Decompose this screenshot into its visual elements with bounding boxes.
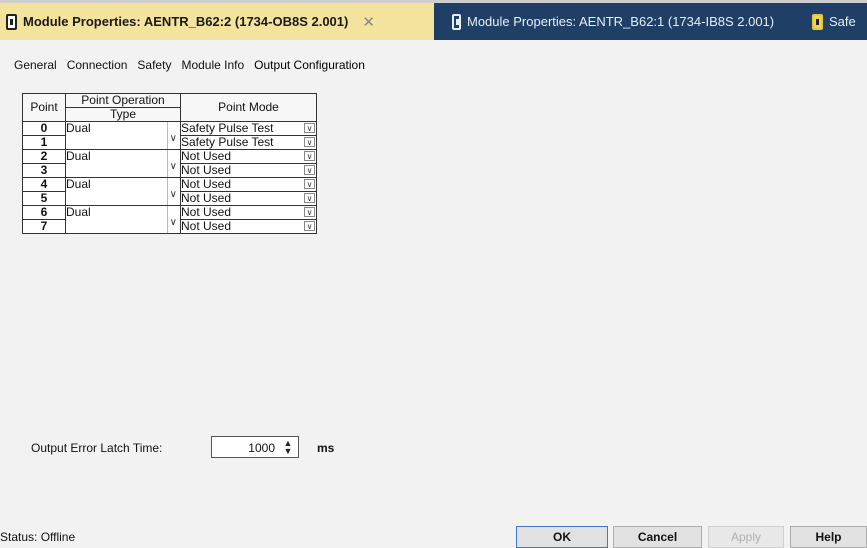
operation-value: Dual [66,149,91,163]
point-number: 2 [22,149,66,164]
chevron-down-icon[interactable]: ∨ [304,151,315,161]
chevron-down-icon[interactable]: ∨ [304,123,315,133]
point-number: 0 [22,121,66,136]
point-number: 1 [22,135,66,150]
point-number: 4 [22,177,66,192]
operation-value: Dual [66,121,91,135]
module-properties-dialog: General Connection Safety Module Info Ou… [0,40,867,548]
latch-time-spinner[interactable]: 1000 ▲ ▼ [211,436,299,458]
mode-dropdown[interactable]: Not Used ∨ [180,149,317,164]
chevron-down-icon[interactable]: ∨ [304,221,315,231]
mode-dropdown[interactable]: Safety Pulse Test ∨ [180,135,317,150]
mode-value: Safety Pulse Test [181,135,274,149]
chevron-down-icon[interactable]: ∨ [304,137,315,147]
safety-doc-icon [812,13,823,30]
doc-tab-label: Safe [829,14,856,29]
chevron-down-icon[interactable]: ∨ [170,188,177,201]
close-icon[interactable]: ✕ [362,13,375,31]
doc-tab-safety[interactable]: Safe [812,3,856,40]
mode-value: Not Used [181,191,232,205]
mode-value: Not Used [181,219,232,233]
mode-value: Not Used [181,205,232,219]
mode-value: Not Used [181,163,232,177]
operation-value: Dual [66,205,91,219]
point-number: 6 [22,205,66,220]
mode-dropdown[interactable]: Safety Pulse Test ∨ [180,121,317,136]
tab-connection[interactable]: Connection [62,57,133,73]
latch-time-unit: ms [317,441,335,455]
doc-tab-label: Module Properties: AENTR_B62:2 (1734-OB8… [23,14,349,29]
mode-dropdown[interactable]: Not Used ∨ [180,177,317,192]
status-text: Status: Offline [0,530,76,544]
chevron-down-icon[interactable]: ∨ [304,207,315,217]
mode-dropdown[interactable]: Not Used ∨ [180,219,317,234]
output-config-table: Point Point Operation Point Mode Type 0 … [22,93,317,234]
doc-tab-ob8s[interactable]: Module Properties: AENTR_B62:2 (1734-OB8… [0,3,434,40]
doc-tab-ib8s[interactable]: Module Properties: AENTR_B62:1 (1734-IB8… [452,3,774,40]
chevron-down-icon[interactable]: ∨ [304,179,315,189]
latch-time-value[interactable]: 1000 [248,441,275,455]
column-header-mode: Point Mode [180,93,317,122]
chevron-down-icon[interactable]: ∨ [170,132,177,145]
mode-value: Not Used [181,177,232,191]
column-header-type: Type [65,107,181,122]
mode-value: Safety Pulse Test [181,121,274,135]
spinner-arrows-icon[interactable]: ▲ ▼ [281,439,295,456]
property-tabs: General Connection Safety Module Info Ou… [9,57,370,73]
point-number: 5 [22,191,66,206]
module-icon [452,13,461,30]
latch-time-label: Output Error Latch Time: [31,441,163,455]
mode-dropdown[interactable]: Not Used ∨ [180,163,317,178]
operation-dropdown[interactable]: Dual ∨ [65,205,181,234]
tab-module-info[interactable]: Module Info [176,57,249,73]
cancel-button[interactable]: Cancel [613,526,702,548]
operation-dropdown[interactable]: Dual ∨ [65,177,181,206]
operation-value: Dual [66,177,91,191]
chevron-down-icon[interactable]: ∨ [304,165,315,175]
chevron-down-icon[interactable]: ∨ [170,160,177,173]
ok-button[interactable]: OK [516,526,608,548]
help-button[interactable]: Help [790,526,867,548]
table-row: 2 Dual ∨ Not Used ∨ [22,149,317,178]
table-row: 4 Dual ∨ Not Used ∨ [22,177,317,206]
tab-output-configuration[interactable]: Output Configuration [249,57,370,73]
column-header-point: Point [22,93,66,122]
operation-dropdown[interactable]: Dual ∨ [65,149,181,178]
operation-dropdown[interactable]: Dual ∨ [65,121,181,150]
tab-general[interactable]: General [9,57,62,73]
document-tab-bar: Module Properties: AENTR_B62:2 (1734-OB8… [0,3,867,40]
mode-value: Not Used [181,149,232,163]
table-row: 0 Dual ∨ Safety Pulse Test ∨ [22,121,317,150]
chevron-down-icon[interactable]: ∨ [304,193,315,203]
chevron-down-icon[interactable]: ∨ [170,216,177,229]
mode-dropdown[interactable]: Not Used ∨ [180,205,317,220]
apply-button[interactable]: Apply [708,526,784,548]
table-row: 6 Dual ∨ Not Used ∨ [22,205,317,234]
column-header-operation: Point Operation [65,93,181,108]
point-number: 3 [22,163,66,178]
point-number: 7 [22,219,66,234]
tab-safety[interactable]: Safety [132,57,176,73]
mode-dropdown[interactable]: Not Used ∨ [180,191,317,206]
doc-tab-label: Module Properties: AENTR_B62:1 (1734-IB8… [467,14,775,29]
module-icon [6,13,17,30]
